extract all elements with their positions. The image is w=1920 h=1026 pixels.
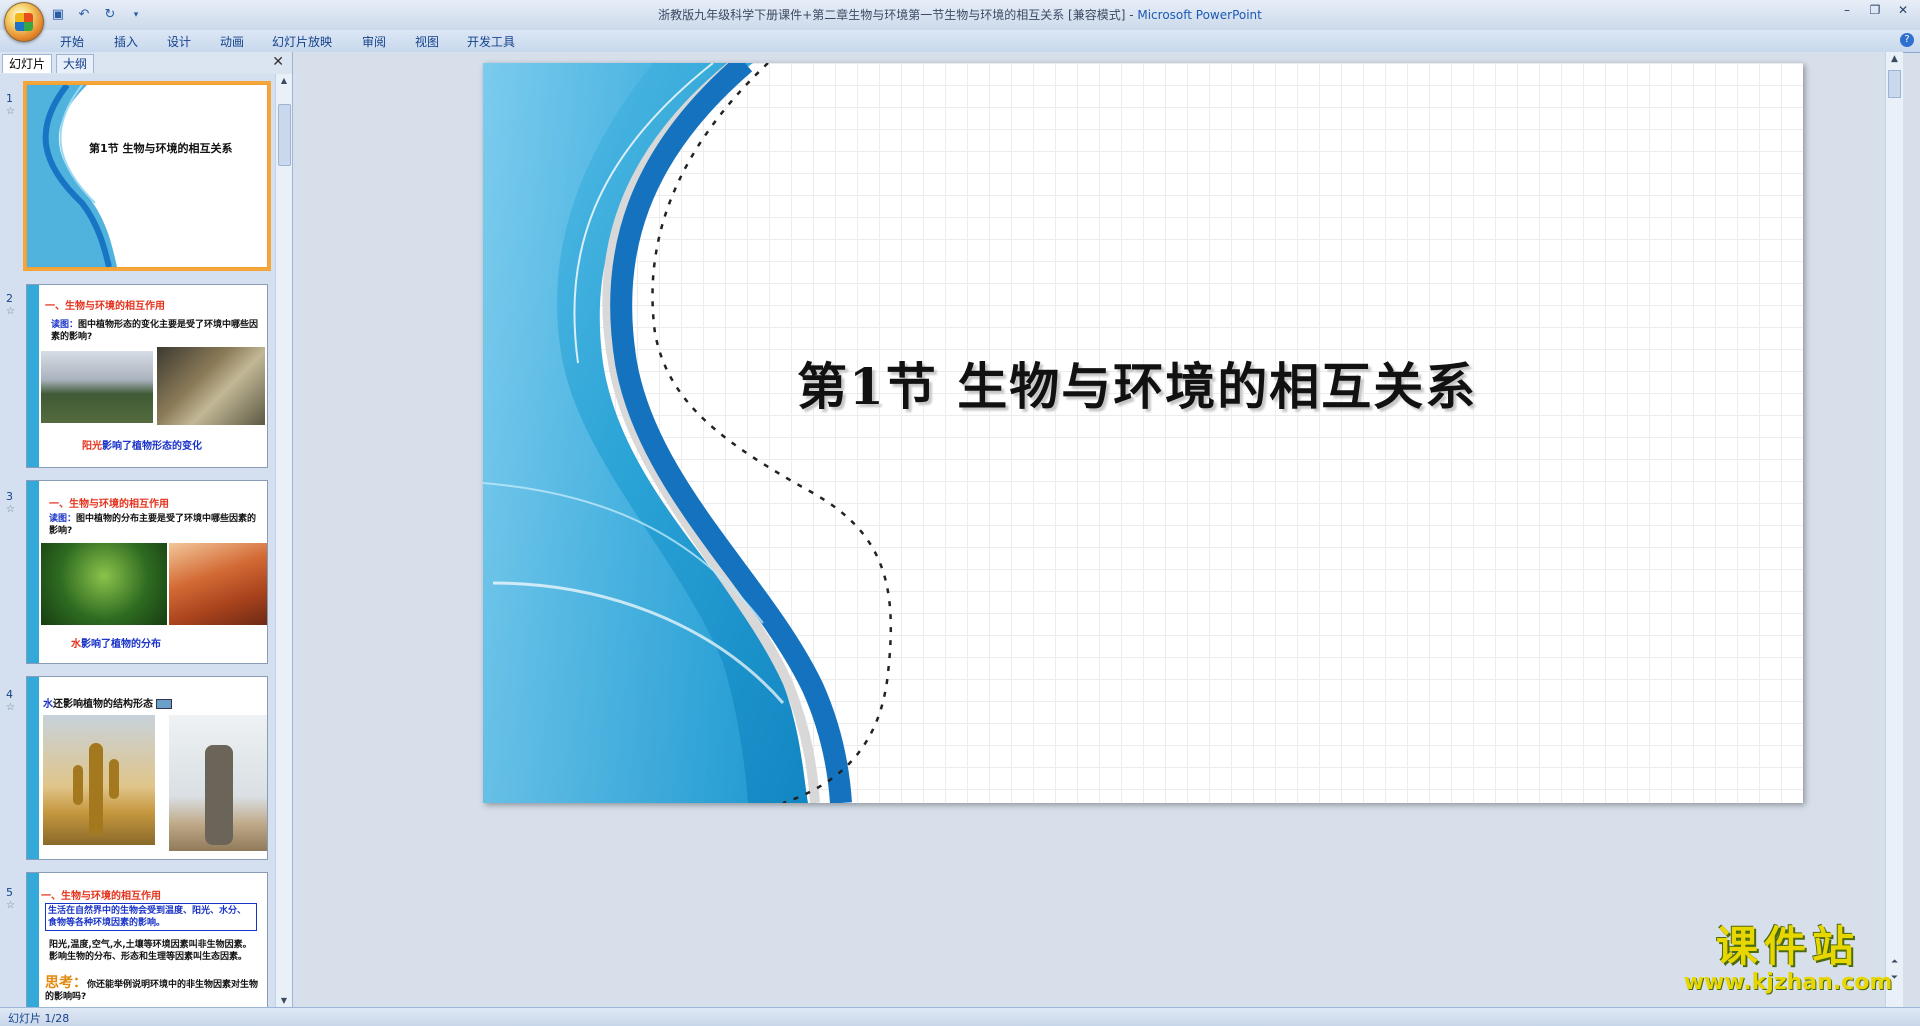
scroll-thumb[interactable] [278,104,291,166]
help-icon[interactable]: ? [1900,33,1914,47]
scroll-up-icon[interactable]: ▲ [1886,54,1903,64]
prompt-text: 图中植物的分布主要是受了环境中哪些因素的影响? [49,514,257,536]
window-title: 浙教版九年级科学下册课件+第二章生物与环境第一节生物与环境的相互关系 [兼容模式… [0,6,1920,23]
thumb-caption: 阳光影响了植物形态的变化 [82,437,202,452]
panel-tabs: 幻灯片 大纲 ✕ [0,52,292,75]
trees-photo [41,351,153,423]
tab-view[interactable]: 视图 [415,33,439,50]
cactus-arm [73,765,83,805]
tab-slides[interactable]: 幻灯片 [2,54,53,73]
slide-thumbnail-4[interactable]: 水还影响植物的结构形态 [26,676,268,860]
caption-text: 影响了植物的分布 [81,639,161,650]
thumb-heading: 水还影响植物的结构形态 [43,695,173,710]
slide-thumbnail-1[interactable]: 第1节 生物与环境的相互关系 [23,81,271,271]
prompt-label: 读图： [51,320,79,330]
slide-thumbnail-3[interactable]: 一、生物与环境的相互作用 读图：图中植物的分布主要是受了环境中哪些因素的影响? … [26,480,268,664]
animation-star-icon: ☆ [6,504,15,515]
tab-animations[interactable]: 动画 [220,33,244,50]
thumb-prompt: 读图：图中植物形态的变化主要是受了环境中哪些因素的影响? [51,319,261,343]
minimize-icon[interactable]: – [1834,2,1860,20]
thumb-heading: 一、生物与环境的相互作用 [49,499,169,510]
watermark-brand: 课件站 [1715,922,1860,971]
thumb-title: 第1节 生物与环境的相互关系 [89,142,233,155]
animation-star-icon: ☆ [6,306,15,317]
thumb-heading: 一、生物与环境的相互作用 [45,301,165,312]
ribbon-tabs: 开始 插入 设计 动画 幻灯片放映 审阅 视图 开发工具 ? [0,30,1920,53]
close-panel-icon[interactable]: ✕ [272,54,284,70]
thumb-think: 思考：你还能举例说明环境中的非生物因素对生物的影响吗? [45,975,265,1003]
tab-insert[interactable]: 插入 [114,33,138,50]
thumbnail-scrollbar[interactable]: ▲ ▼ [275,74,292,1007]
thumb-number: 5 [6,886,13,899]
current-slide[interactable]: 第1节 生物与环境的相互关系 [483,63,1803,803]
cactus-photo [43,715,155,845]
slide-thumbnail-2[interactable]: 一、生物与环境的相互作用 读图：图中植物形态的变化主要是受了环境中哪些因素的影响… [26,284,268,468]
thumb-number: 1 [6,92,13,105]
think-label: 思考： [45,975,87,991]
thumb-caption: 水影响了植物的分布 [71,635,161,650]
prompt-text: 图中植物形态的变化主要是受了环境中哪些因素的影响? [51,320,259,342]
office-logo-icon [15,13,33,31]
window-controls: – ❐ ✕ [1834,2,1916,20]
desert-photo [169,543,267,625]
caption-highlight: 阳光 [82,441,102,452]
slide-thumbnail-5[interactable]: 一、生物与环境的相互作用 生活在自然界中的生物会受到温度、阳光、水分、食物等各种… [26,872,268,1007]
slide-indicator: 幻灯片 1/28 [8,1012,70,1025]
heading-highlight: 水 [43,699,53,710]
tab-developer[interactable]: 开发工具 [467,33,515,50]
thumb-number: 4 [6,688,13,701]
sound-icon [156,699,173,709]
restore-icon[interactable]: ❐ [1862,2,1888,20]
tab-review[interactable]: 审阅 [362,33,386,50]
document-name: 浙教版九年级科学下册课件+第二章生物与环境第一节生物与环境的相互关系 [兼容模式… [658,8,1126,22]
animation-star-icon: ☆ [6,900,15,911]
cactus-shape [89,743,103,835]
thumb-prompt: 读图：图中植物的分布主要是受了环境中哪些因素的影响? [49,513,261,537]
thumb-number: 2 [6,292,13,305]
slides-panel: 幻灯片 大纲 ✕ 1 ☆ 第1节 生物与环境的相互关系 2 ☆ 一、生物与环境的… [0,52,293,1007]
status-bar: 幻灯片 1/28 [0,1007,1920,1026]
scroll-down-icon[interactable]: ▼ [276,996,292,1005]
caption-highlight: 水 [71,639,81,650]
scroll-thumb[interactable] [1888,70,1901,98]
prompt-label: 读图： [49,514,77,524]
forest-photo [41,543,167,625]
tab-home[interactable]: 开始 [60,33,84,50]
side-bar [27,677,39,859]
title-separator: - [1125,8,1138,22]
thumb-number: 3 [6,490,13,503]
baobab-trunk [205,745,233,845]
title-bar: ▣ ↶ ↻ ▾ 浙教版九年级科学下册课件+第二章生物与环境第一节生物与环境的相互… [0,0,1920,42]
animation-star-icon: ☆ [6,702,15,713]
thumbnail-list: 1 ☆ 第1节 生物与环境的相互关系 2 ☆ 一、生物与环境的相互作用 读图：图… [0,74,276,1007]
thumb-heading: 一、生物与环境的相互作用 [41,891,161,902]
cactus-arm [109,759,119,799]
office-button[interactable] [4,2,44,42]
watermark-url: www.kjzhan.com [1683,970,1893,995]
side-bar [27,285,39,467]
baobab-photo [169,715,267,851]
heading-text: 还影响植物的结构形态 [53,699,153,710]
watermark-logo: 课件站 www.kjzhan.com [1672,924,1904,1002]
thumb-highlight-box: 生活在自然界中的生物会受到温度、阳光、水分、食物等各种环境因素的影响。 [45,903,257,931]
caption-text: 影响了植物形态的变化 [102,441,202,452]
side-bar [27,873,39,1007]
tab-design[interactable]: 设计 [167,33,191,50]
editor-scrollbar[interactable]: ▲ ⏶ ⏷ [1885,52,1903,1007]
blue-wave-decoration [483,63,893,803]
blue-wave-decoration [27,85,117,267]
tab-outline[interactable]: 大纲 [56,54,95,73]
slide-title[interactable]: 第1节 生物与环境的相互关系 [797,347,1477,419]
plant-photo [157,347,265,425]
scroll-up-icon[interactable]: ▲ [276,76,292,85]
slide-editor: 第1节 生物与环境的相互关系 ▲ ⏶ ⏷ [293,52,1903,1007]
tab-slideshow[interactable]: 幻灯片放映 [272,33,332,50]
thumb-body: 阳光,温度,空气,水,土壤等环境因素叫非生物因素。影响生物的分布、形态和生理等因… [49,940,252,962]
animation-star-icon: ☆ [6,106,15,117]
side-bar [27,481,39,663]
app-name: Microsoft PowerPoint [1137,8,1262,22]
close-icon[interactable]: ✕ [1890,2,1916,20]
